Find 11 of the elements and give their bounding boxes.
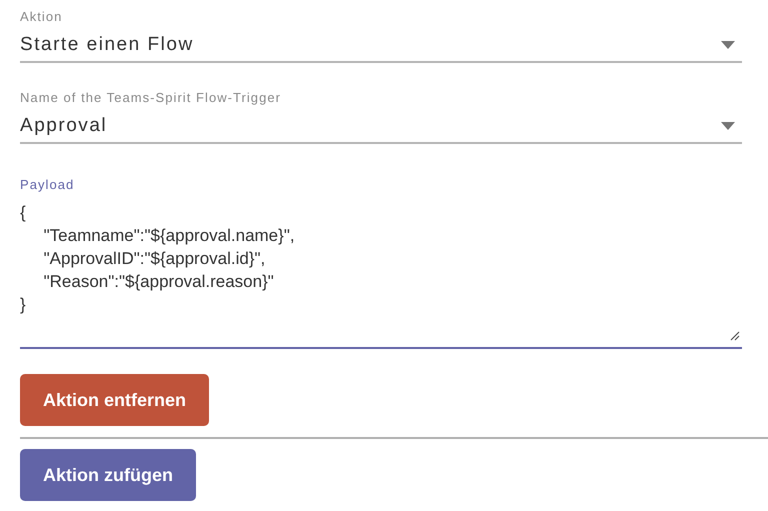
resize-handle-icon[interactable] (730, 331, 740, 341)
field-label: Name of the Teams-Spirit Flow-Trigger (20, 90, 282, 106)
field-label: Aktion (20, 9, 64, 25)
add-action-button[interactable]: Aktion zufügen (20, 449, 196, 501)
dropdown-field[interactable]: Approval (20, 106, 742, 144)
payload-textarea[interactable]: { "Teamname":"${approval.name}", "ApprovalID":"${approval.id}", "Reason":"${approval.reason}" } (20, 193, 742, 349)
dropdown-field[interactable]: Starte einen Flow (20, 25, 742, 63)
dropdown-caret-icon (721, 122, 735, 130)
field-label: Payload (20, 177, 76, 193)
remove-action-button[interactable]: Aktion entfernen (20, 374, 210, 426)
dropdown-caret-icon (721, 41, 735, 49)
